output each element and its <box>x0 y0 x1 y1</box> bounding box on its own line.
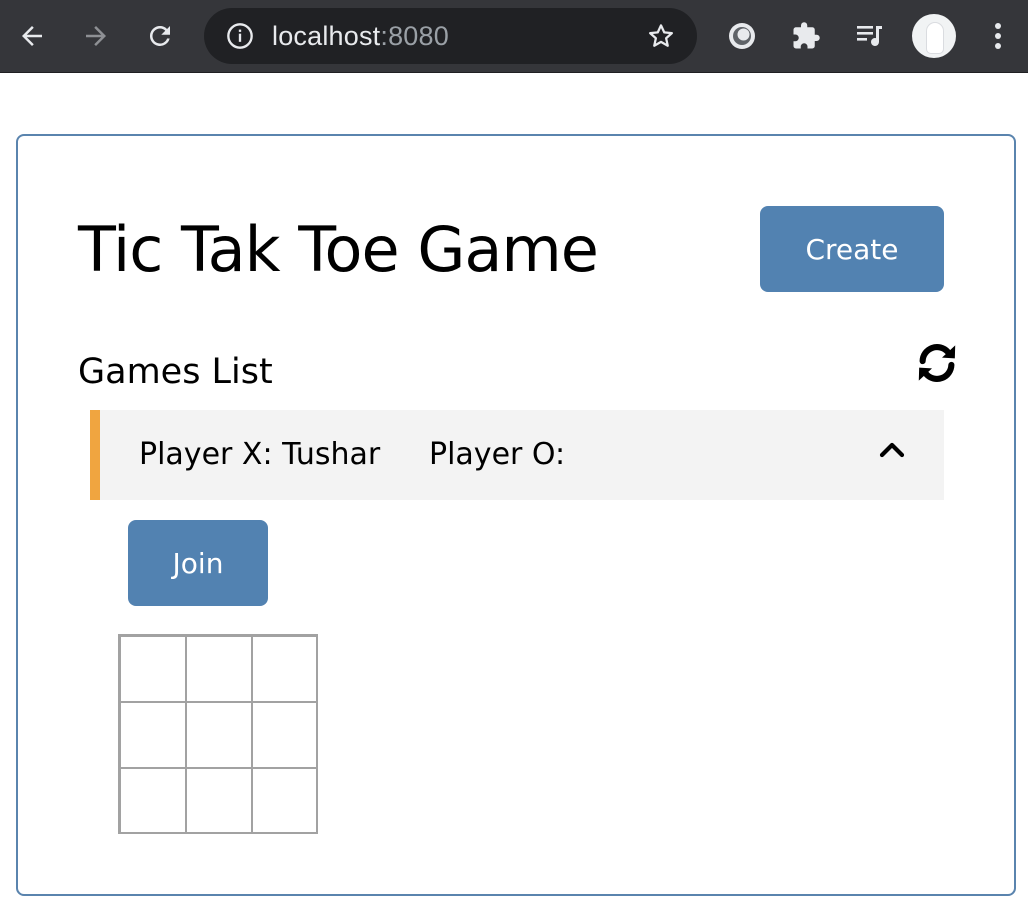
board-cell[interactable] <box>120 702 186 768</box>
extension-button[interactable] <box>722 16 762 56</box>
url-text[interactable]: localhost:8080 <box>272 8 449 64</box>
url-host: localhost <box>272 21 381 51</box>
reload-icon <box>149 25 170 46</box>
board-cell[interactable] <box>186 702 252 768</box>
chevron-up-icon[interactable] <box>878 438 906 460</box>
extension-icon <box>729 23 755 49</box>
refresh-icon[interactable] <box>914 340 960 386</box>
create-button[interactable]: Create <box>760 206 944 292</box>
board-cell[interactable] <box>252 702 318 768</box>
browser-menu-button[interactable] <box>978 16 1018 56</box>
player-x-label: Player X: Tushar <box>139 437 381 472</box>
info-icon[interactable] <box>226 22 254 50</box>
forward-button[interactable] <box>76 16 116 56</box>
media-control-button[interactable] <box>850 16 890 56</box>
board-cell[interactable] <box>186 768 252 834</box>
address-bar[interactable]: localhost:8080 <box>204 8 697 64</box>
extensions-menu-button[interactable] <box>786 16 826 56</box>
browser-toolbar: localhost:8080 <box>0 0 1028 73</box>
board-cell[interactable] <box>252 768 318 834</box>
games-list-heading: Games List <box>78 352 273 392</box>
puzzle-icon <box>793 22 820 49</box>
game-card: Tic Tak Toe Game Create Games List Playe… <box>16 134 1016 896</box>
avatar[interactable] <box>912 14 956 58</box>
player-o-label: Player O: <box>429 437 566 472</box>
star-icon[interactable] <box>646 21 676 51</box>
tic-tac-toe-board <box>118 634 318 834</box>
media-queue-icon <box>857 26 882 47</box>
reload-button[interactable] <box>140 16 180 56</box>
kebab-menu-icon <box>995 23 1001 49</box>
game-list-item[interactable]: Player X: Tushar Player O: <box>90 410 944 500</box>
board-cell[interactable] <box>186 636 252 702</box>
url-port: :8080 <box>380 21 449 51</box>
board-cell[interactable] <box>120 636 186 702</box>
back-button[interactable] <box>12 16 52 56</box>
page-title: Tic Tak Toe Game <box>78 213 599 286</box>
board-cell[interactable] <box>252 636 318 702</box>
forward-arrow-icon <box>86 26 106 46</box>
board-cell[interactable] <box>120 768 186 834</box>
join-button[interactable]: Join <box>128 520 268 606</box>
back-arrow-icon <box>22 26 42 46</box>
